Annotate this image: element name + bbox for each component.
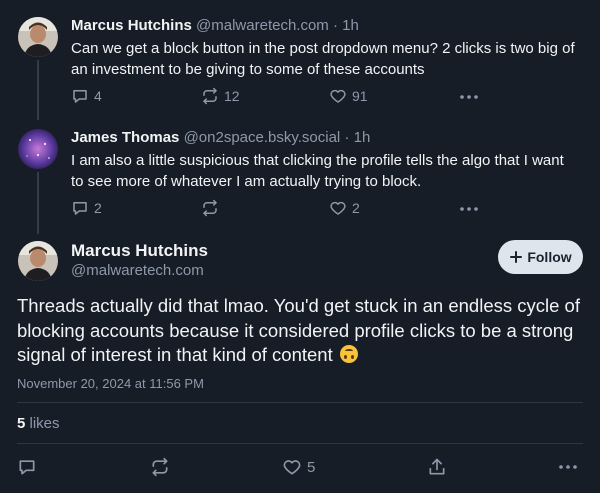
like-button[interactable]: 5 <box>282 457 315 477</box>
likes-summary[interactable]: 5 likes <box>17 415 60 432</box>
post-timestamp[interactable]: November 20, 2024 at 11:56 PM <box>17 376 204 391</box>
author-handle[interactable]: @on2space.bsky.social <box>184 129 341 146</box>
repost-icon <box>203 199 217 217</box>
reply-count: 2 <box>94 200 102 216</box>
more-icon <box>460 207 478 211</box>
heart-icon <box>330 89 346 103</box>
main-author-handle[interactable]: @malwaretech.com <box>71 262 204 279</box>
main-post-body: Threads actually did that lmao. You'd ge… <box>17 295 580 365</box>
post-time[interactable]: 1h <box>354 129 371 146</box>
reply-count: 4 <box>94 88 102 104</box>
repost-icon <box>152 457 168 477</box>
reply-button[interactable]: 4 <box>71 87 102 105</box>
repost-icon <box>203 87 217 105</box>
divider <box>17 443 583 444</box>
author-name[interactable]: James Thomas <box>71 129 179 146</box>
avatar[interactable] <box>18 129 58 169</box>
reply-header: Marcus Hutchins @malwaretech.com · 1h <box>71 17 359 34</box>
likes-label: likes <box>29 415 60 432</box>
avatar[interactable] <box>18 17 58 57</box>
share-button[interactable] <box>427 457 447 477</box>
separator: · <box>344 129 350 146</box>
more-button[interactable] <box>458 87 480 112</box>
reply-button[interactable] <box>17 457 37 477</box>
more-icon <box>559 465 577 469</box>
separator: · <box>332 17 338 34</box>
follow-button[interactable]: Follow <box>498 240 583 274</box>
like-count: 5 <box>307 458 316 476</box>
share-icon <box>429 458 445 475</box>
avatar[interactable] <box>18 241 58 281</box>
action-row: 2 2 <box>71 199 491 221</box>
like-button[interactable]: 91 <box>329 87 368 105</box>
action-row: 4 12 91 <box>71 87 491 109</box>
heart-icon <box>283 460 301 475</box>
like-count: 91 <box>352 88 368 104</box>
like-count: 2 <box>352 200 360 216</box>
thread-line <box>37 172 39 234</box>
main-post-text: Threads actually did that lmao. You'd ge… <box>17 294 587 368</box>
more-button[interactable] <box>458 199 480 224</box>
more-button[interactable] <box>557 457 579 482</box>
repost-button[interactable]: 12 <box>201 87 240 105</box>
repost-button[interactable] <box>201 199 224 217</box>
follow-label: Follow <box>527 249 572 265</box>
like-button[interactable]: 2 <box>329 199 360 217</box>
more-icon <box>460 95 478 99</box>
reply-text: Can we get a block button in the post dr… <box>71 40 575 78</box>
author-handle[interactable]: @malwaretech.com <box>196 17 329 34</box>
reply-icon <box>73 202 87 215</box>
repost-count: 12 <box>224 88 240 104</box>
upside-down-face-emoji <box>339 345 358 363</box>
reply-header: James Thomas @on2space.bsky.social · 1h <box>71 129 370 146</box>
plus-icon <box>510 251 523 263</box>
reply-text: I am also a little suspicious that click… <box>71 152 564 190</box>
likes-count: 5 <box>17 415 26 432</box>
reply-button[interactable]: 2 <box>71 199 102 217</box>
main-action-bar: 5 <box>17 457 583 479</box>
author-name[interactable]: Marcus Hutchins <box>71 17 192 34</box>
post-time[interactable]: 1h <box>342 17 359 34</box>
thread-line <box>37 60 39 120</box>
heart-icon <box>330 201 346 215</box>
repost-button[interactable] <box>150 457 170 477</box>
reply-icon <box>19 460 35 475</box>
divider <box>17 402 583 403</box>
reply-icon <box>73 90 87 103</box>
main-author-name[interactable]: Marcus Hutchins <box>71 241 208 261</box>
